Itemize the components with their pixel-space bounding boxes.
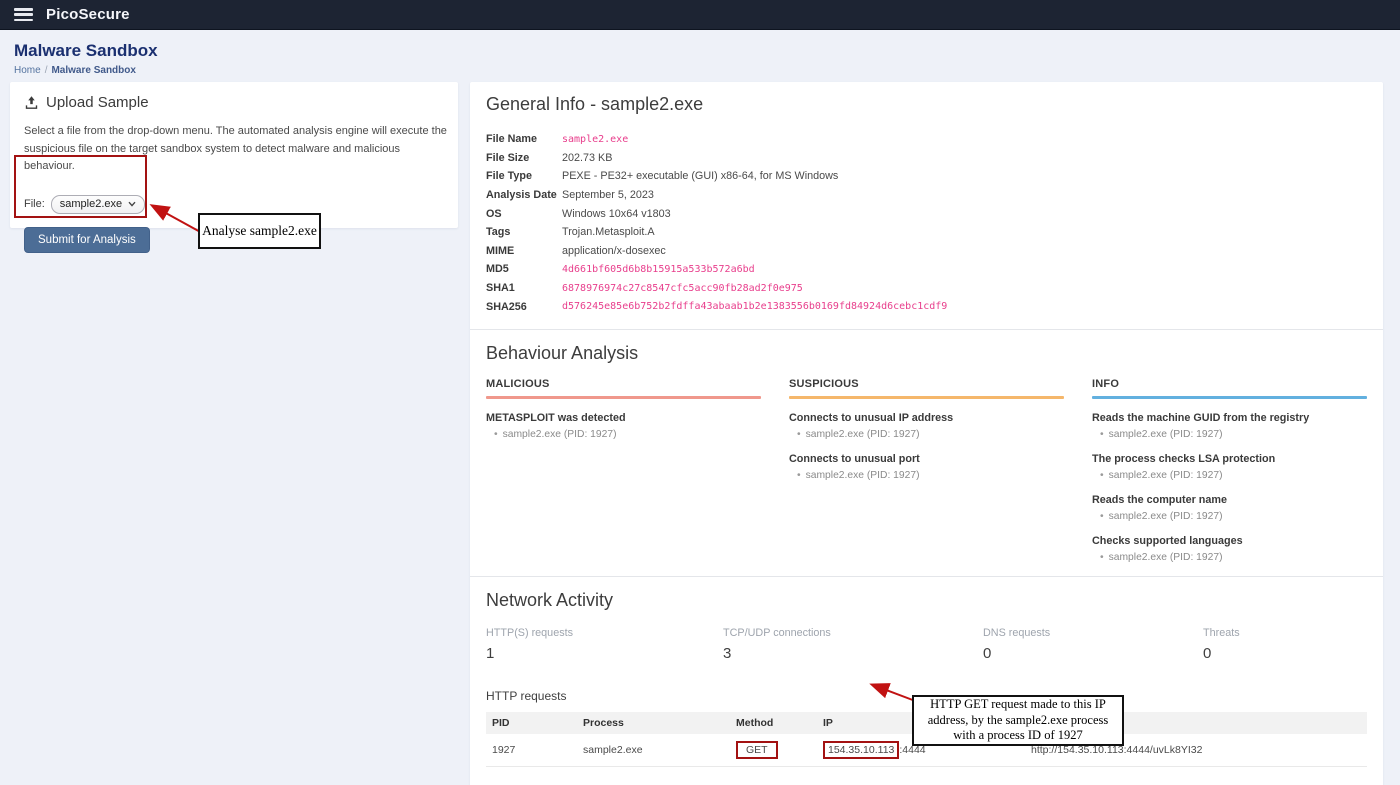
field-md5: MD5 4d661bf605d6b8b15915a533b572a6bd [486, 263, 755, 276]
malicious-accent-rule [486, 395, 761, 399]
behaviour-analysis-title: Behaviour Analysis [486, 342, 639, 363]
file-select-dropdown[interactable]: sample2.exe [50, 194, 146, 214]
stat-threats: Threats 0 [1203, 626, 1240, 662]
stat-https-requests: HTTP(S) requests 1 [486, 626, 573, 662]
breadcrumb-current: Malware Sandbox [51, 65, 136, 76]
upload-annotation-callout: Analyse sample2.exe [198, 213, 321, 249]
field-tags: Tags Trojan.Metasploit.A [486, 226, 655, 239]
behaviour-col-suspicious: SUSPICIOUS Connects to unusual IP addres… [789, 378, 1064, 563]
behaviour-col-malicious: MALICIOUS METASPLOIT was detected sample… [486, 378, 761, 563]
upload-icon [24, 95, 39, 110]
field-sha256: SHA256 d576245e85e6b752b2fdffa43abaab1b2e… [486, 300, 948, 313]
hamburger-menu-icon[interactable] [14, 8, 33, 21]
page-title: Malware Sandbox [14, 41, 158, 60]
breadcrumb-home-link[interactable]: Home [14, 65, 41, 76]
analysis-report-card: General Info - sample2.exe File Name samp… [470, 82, 1383, 785]
ip-highlight-rect: 154.35.10.113 [823, 740, 900, 759]
upload-description: Select a file from the drop-down menu. T… [24, 125, 447, 173]
field-file-size: File Size 202.73 KB [486, 151, 613, 164]
stat-dns-requests: DNS requests 0 [983, 626, 1051, 662]
section-divider [470, 328, 1383, 330]
file-label: File: [24, 198, 45, 211]
chevron-down-icon [128, 198, 136, 210]
stat-tcp-udp-connections: TCP/UDP connections 3 [723, 626, 831, 662]
breadcrumb: Home / Malware Sandbox [14, 65, 158, 76]
general-info-fields: File Name sample2.exe File Size 202.73 KB … [486, 130, 1367, 316]
top-navbar: PicoSecure [0, 0, 1400, 30]
field-mime: MIME application/x-dosexec [486, 244, 666, 257]
info-accent-rule [1092, 395, 1367, 399]
upload-sample-card: Upload Sample Select a file from the dro… [10, 82, 458, 253]
behaviour-col-info: INFO Reads the machine GUID from the reg… [1092, 378, 1367, 563]
method-highlight-rect: GET [736, 740, 778, 759]
field-analysis-date: Analysis Date September 5, 2023 [486, 189, 654, 202]
field-file-type: File Type PEXE - PE32+ executable (GUI) x… [486, 170, 839, 183]
field-file-name: File Name sample2.exe [486, 133, 629, 146]
file-row: File: sample2.exe [24, 194, 444, 214]
suspicious-accent-rule [789, 395, 1064, 399]
field-os: OS Windows 10x64 v1803 [486, 207, 671, 220]
network-stats: HTTP(S) requests 1 TCP/UDP connections 3… [486, 627, 1367, 662]
section-divider [470, 575, 1383, 577]
behaviour-columns: MALICIOUS METASPLOIT was detected sample… [486, 378, 1367, 563]
submit-for-analysis-button[interactable]: Submit for Analysis [24, 226, 150, 253]
breadcrumb-separator: / [44, 65, 48, 76]
field-sha1: SHA1 6878976974c27c8547cfc5acc90fb28ad2f0… [486, 282, 803, 295]
app-brand[interactable]: PicoSecure [46, 6, 130, 23]
ip-annotation-callout: HTTP GET request made to this IP address… [912, 695, 1124, 746]
network-activity-title: Network Activity [486, 589, 614, 610]
page-head: Malware Sandbox Home / Malware Sandbox [14, 41, 158, 76]
upload-sample-title: Upload Sample [24, 94, 444, 111]
general-info-title: General Info - sample2.exe [486, 94, 704, 114]
